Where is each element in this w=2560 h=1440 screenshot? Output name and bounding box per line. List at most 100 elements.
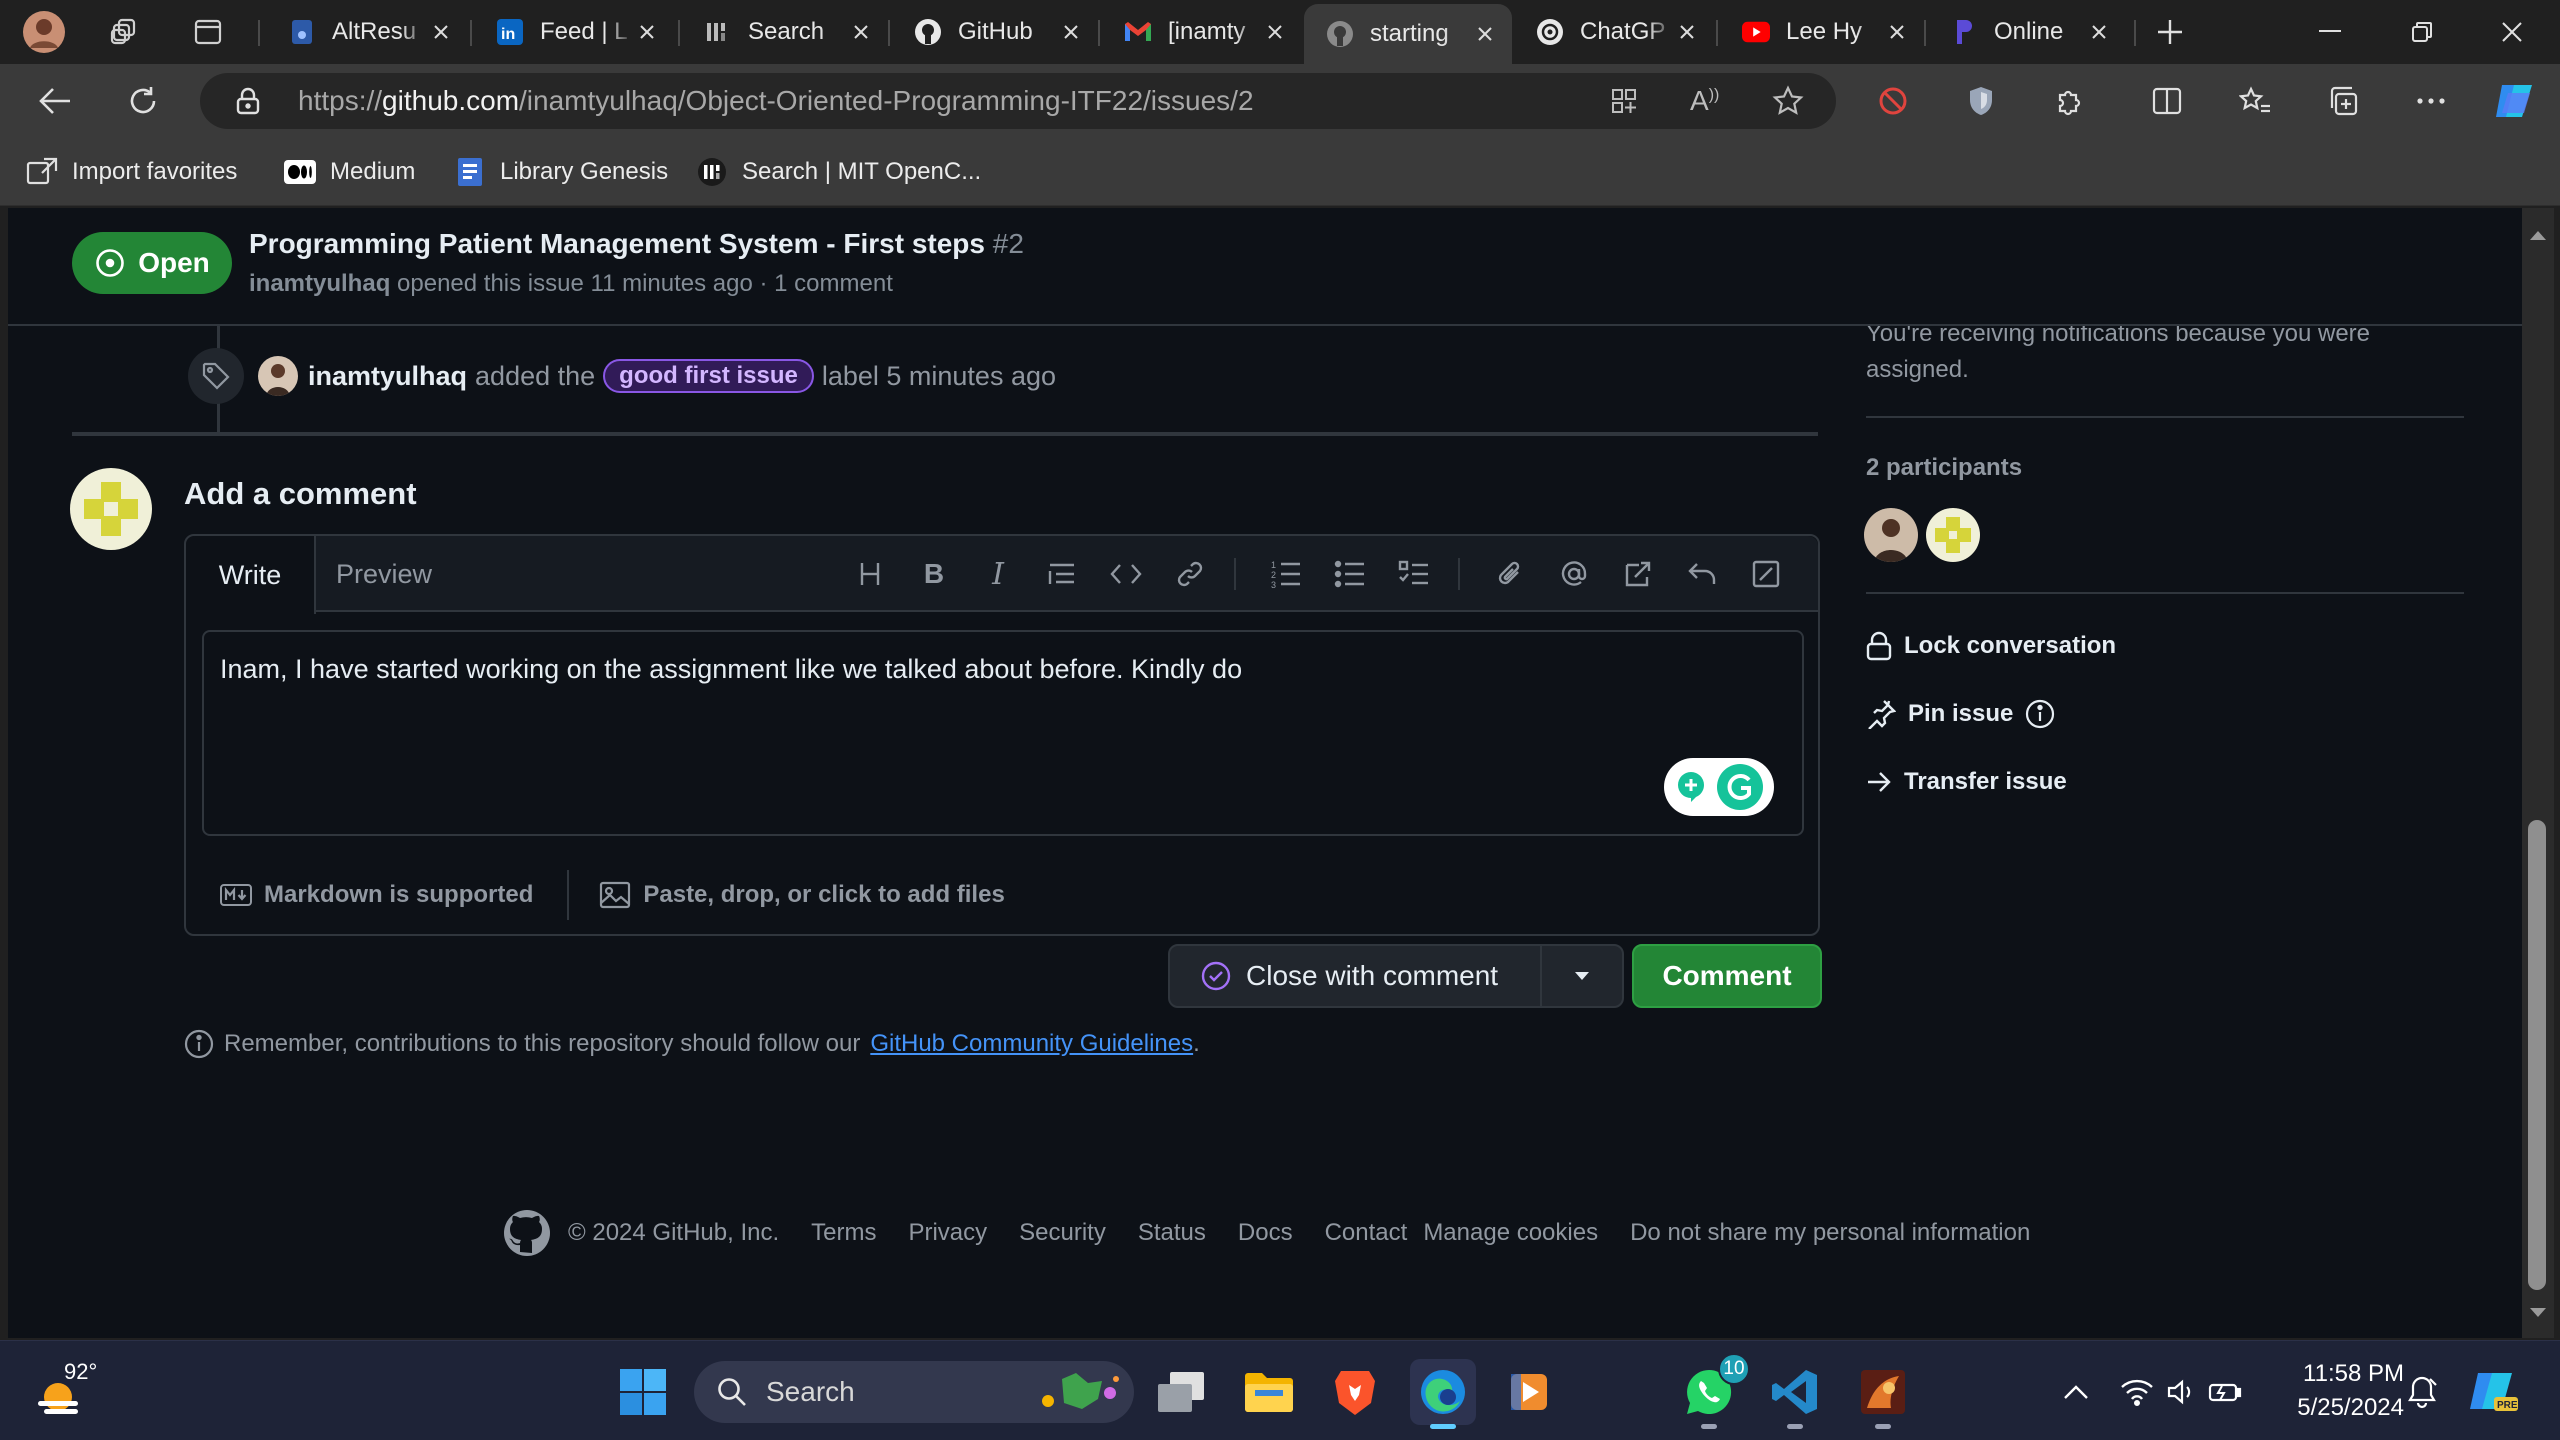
issue-author-link[interactable]: inamtyulhaq [249, 270, 390, 297]
tab-online[interactable]: Online [1928, 6, 2126, 58]
show-hidden-icons[interactable] [2040, 1359, 2112, 1425]
close-icon[interactable] [1884, 19, 1910, 45]
footer-link-status[interactable]: Status [1138, 1219, 1206, 1247]
app-available-icon[interactable] [1610, 87, 1638, 115]
scroll-down-icon[interactable] [2522, 1298, 2554, 1328]
edge-browser-app[interactable] [1410, 1359, 1476, 1429]
vertical-tabs-icon[interactable] [188, 12, 228, 52]
new-tab-icon[interactable] [2150, 12, 2190, 52]
lock-icon[interactable] [236, 87, 260, 115]
split-screen-icon[interactable] [2140, 74, 2194, 128]
whatsapp-app[interactable]: 10 [1676, 1353, 1750, 1429]
url-text[interactable]: https://github.com/inamtyulhaq/Object-Or… [298, 73, 1254, 129]
profile-avatar-icon[interactable] [22, 10, 66, 54]
fullscreen-edit-icon[interactable] [1746, 554, 1786, 594]
start-button[interactable] [610, 1359, 676, 1425]
tab-write[interactable]: Write [186, 536, 316, 614]
tab-chatgpt[interactable]: ChatGP [1514, 6, 1714, 58]
favorite-star-icon[interactable] [1772, 85, 1804, 117]
tab-youtube[interactable]: Lee Hy [1720, 6, 1924, 58]
system-tray-network-sound-battery[interactable] [2116, 1359, 2246, 1425]
bold-icon[interactable]: B [914, 554, 954, 594]
read-aloud-icon[interactable]: A)) [1690, 85, 1719, 117]
tab-linkedin-feed[interactable]: in Feed | L [474, 6, 674, 58]
weather-widget[interactable]: 92° [30, 1359, 130, 1425]
community-guidelines-link[interactable]: GitHub Community Guidelines [870, 1030, 1193, 1058]
info-icon[interactable] [2025, 699, 2055, 729]
close-icon[interactable] [1674, 19, 1700, 45]
shield-extension-icon[interactable] [1954, 74, 2008, 128]
system-clock[interactable]: 11:58 PM 5/25/2024 [2274, 1357, 2404, 1425]
event-actor-link[interactable]: inamtyulhaq [308, 361, 467, 392]
footer-link-docs[interactable]: Docs [1238, 1219, 1293, 1247]
close-icon[interactable] [848, 19, 874, 45]
copilot-preview-button[interactable]: PRE [2460, 1359, 2526, 1425]
attach-files-button[interactable]: Paste, drop, or click to add files [599, 881, 1005, 909]
tab-github-issue-active[interactable]: starting [1304, 4, 1512, 64]
reply-icon[interactable] [1682, 554, 1722, 594]
pin-issue-button[interactable]: Pin issue [1866, 694, 2055, 734]
scrollbar-thumb[interactable] [2528, 820, 2546, 1290]
avatar[interactable] [70, 468, 152, 550]
mention-icon[interactable] [1554, 554, 1594, 594]
comment-textarea[interactable]: Inam, I have started working on the assi… [202, 630, 1804, 836]
unordered-list-icon[interactable] [1330, 554, 1370, 594]
code-icon[interactable] [1106, 554, 1146, 594]
grammarly-widget[interactable] [1664, 758, 1774, 816]
tab-gmail[interactable]: [inamty [1102, 6, 1302, 58]
tab-preview[interactable]: Preview [318, 536, 450, 612]
close-icon[interactable] [2086, 19, 2112, 45]
footer-link-privacy[interactable]: Privacy [908, 1219, 987, 1247]
footer-link-contact[interactable]: Contact [1325, 1219, 1408, 1247]
participant-avatar[interactable] [1926, 508, 1980, 562]
cross-reference-icon[interactable] [1618, 554, 1658, 594]
close-icon[interactable] [1262, 19, 1288, 45]
brave-browser-app[interactable] [1322, 1359, 1388, 1425]
heading-icon[interactable] [850, 554, 890, 594]
restore-icon[interactable] [2392, 10, 2452, 54]
more-options-icon[interactable] [2404, 74, 2458, 128]
favorite-medium[interactable]: Medium [284, 152, 415, 192]
close-icon[interactable] [428, 19, 454, 45]
taskbar-search[interactable]: Search [694, 1361, 1134, 1423]
task-list-icon[interactable] [1394, 554, 1434, 594]
tab-github[interactable]: GitHub [892, 6, 1098, 58]
game-app[interactable] [1850, 1359, 1916, 1429]
minimize-icon[interactable] [2300, 10, 2360, 54]
close-icon[interactable] [1472, 21, 1498, 47]
close-options-dropdown[interactable] [1542, 946, 1622, 1006]
comment-submit-button[interactable]: Comment [1632, 944, 1822, 1008]
close-icon[interactable] [1058, 19, 1084, 45]
github-logo-icon[interactable] [502, 1208, 552, 1258]
extensions-puzzle-icon[interactable] [2042, 74, 2096, 128]
file-explorer-app[interactable] [1236, 1359, 1302, 1425]
collections-icon[interactable] [2316, 74, 2370, 128]
lock-conversation-button[interactable]: Lock conversation [1866, 626, 2116, 666]
ordered-list-icon[interactable]: 123 [1266, 554, 1306, 594]
markdown-help-link[interactable]: Markdown is supported [220, 881, 533, 909]
media-player-app[interactable] [1496, 1359, 1562, 1425]
refresh-icon[interactable] [116, 74, 170, 128]
footer-link-security[interactable]: Security [1019, 1219, 1106, 1247]
favorites-icon[interactable] [2228, 74, 2282, 128]
address-bar[interactable]: https://github.com/inamtyulhaq/Object-Or… [200, 73, 1836, 129]
participant-avatar[interactable] [1864, 508, 1918, 562]
block-extension-icon[interactable] [1866, 74, 1920, 128]
transfer-issue-button[interactable]: Transfer issue [1866, 762, 2067, 802]
scroll-up-icon[interactable] [2522, 220, 2554, 250]
favorite-import[interactable]: Import favorites [26, 152, 237, 192]
avatar[interactable] [258, 356, 298, 396]
tab-altresume[interactable]: AltResu [266, 6, 468, 58]
tab-search-mit[interactable]: Search [682, 6, 888, 58]
close-window-icon[interactable] [2482, 10, 2542, 54]
italic-icon[interactable]: I [978, 554, 1018, 594]
notifications-button[interactable] [2392, 1359, 2452, 1425]
footer-link-terms[interactable]: Terms [811, 1219, 876, 1247]
attachment-paperclip-icon[interactable] [1490, 554, 1530, 594]
task-view-app[interactable] [1148, 1359, 1214, 1425]
footer-link-do-not-share[interactable]: Do not share my personal information [1630, 1219, 2030, 1247]
back-arrow-icon[interactable] [28, 74, 82, 128]
close-icon[interactable] [634, 19, 660, 45]
quote-icon[interactable] [1042, 554, 1082, 594]
favorite-library-genesis[interactable]: Library Genesis [454, 152, 668, 192]
